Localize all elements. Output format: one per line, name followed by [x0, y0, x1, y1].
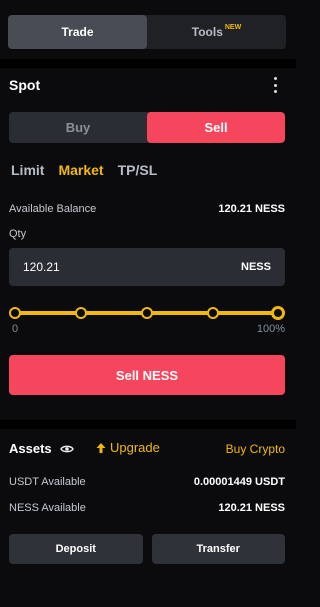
deposit-button[interactable]: Deposit: [9, 534, 143, 564]
slider-labels: 0 100%: [9, 323, 285, 335]
asset-buttons: Deposit Transfer: [9, 534, 285, 564]
asset-row: NESS Available 120.21 NESS: [9, 502, 285, 514]
divider: [0, 59, 296, 68]
slider-dot-25[interactable]: [75, 307, 87, 319]
assets-header: Assets: [9, 441, 74, 456]
tab-tools-label: Tools: [191, 25, 223, 39]
tab-tpsl[interactable]: TP/SL: [118, 162, 158, 178]
slider-dot-0[interactable]: [9, 307, 21, 319]
side-tabs: Buy Sell: [9, 112, 285, 143]
slider-min-label: 0: [12, 323, 19, 335]
buy-crypto-link[interactable]: Buy Crypto: [226, 442, 285, 456]
available-balance-label: Available Balance: [9, 203, 97, 215]
upgrade-label: Upgrade: [110, 440, 160, 455]
asset-row: USDT Available 0.00001449 USDT: [9, 476, 285, 488]
new-badge: NEW: [224, 23, 242, 31]
slider-dot-75[interactable]: [207, 307, 219, 319]
divider: [0, 420, 296, 429]
tab-trade[interactable]: Trade: [8, 15, 147, 49]
qty-field[interactable]: NESS: [9, 248, 285, 286]
slider-handle[interactable]: [271, 306, 285, 320]
asset-label: USDT Available: [9, 476, 86, 488]
qty-input[interactable]: [23, 260, 173, 274]
upgrade-link[interactable]: Upgrade: [96, 440, 160, 455]
available-balance-row: Available Balance 120.21 NESS: [9, 203, 285, 215]
qty-unit: NESS: [241, 261, 271, 273]
sell-button[interactable]: Sell NESS: [9, 355, 285, 395]
tab-tools[interactable]: Tools NEW: [147, 15, 286, 49]
eye-icon[interactable]: [59, 442, 74, 456]
asset-value: 120.21 NESS: [218, 502, 285, 514]
order-type-tabs: Limit Market TP/SL: [11, 162, 157, 178]
tab-market[interactable]: Market: [58, 162, 103, 178]
buy-tab[interactable]: Buy: [9, 112, 147, 143]
asset-label: NESS Available: [9, 502, 86, 514]
slider-dot-50[interactable]: [141, 307, 153, 319]
amount-slider[interactable]: [9, 305, 285, 321]
more-vertical-icon[interactable]: [268, 75, 282, 95]
top-tabs: Trade Tools NEW: [8, 15, 286, 49]
slider-max-label: 100%: [256, 323, 285, 335]
tab-limit[interactable]: Limit: [11, 162, 44, 178]
transfer-button[interactable]: Transfer: [151, 534, 285, 564]
assets-title: Assets: [9, 441, 52, 456]
arrow-up-icon: [96, 442, 106, 454]
asset-value: 0.00001449 USDT: [193, 476, 285, 488]
qty-label: Qty: [9, 228, 27, 240]
available-balance-value: 120.21 NESS: [218, 203, 285, 215]
tab-trade-label: Trade: [61, 25, 94, 39]
page-title: Spot: [9, 77, 41, 93]
sell-tab[interactable]: Sell: [147, 112, 285, 143]
